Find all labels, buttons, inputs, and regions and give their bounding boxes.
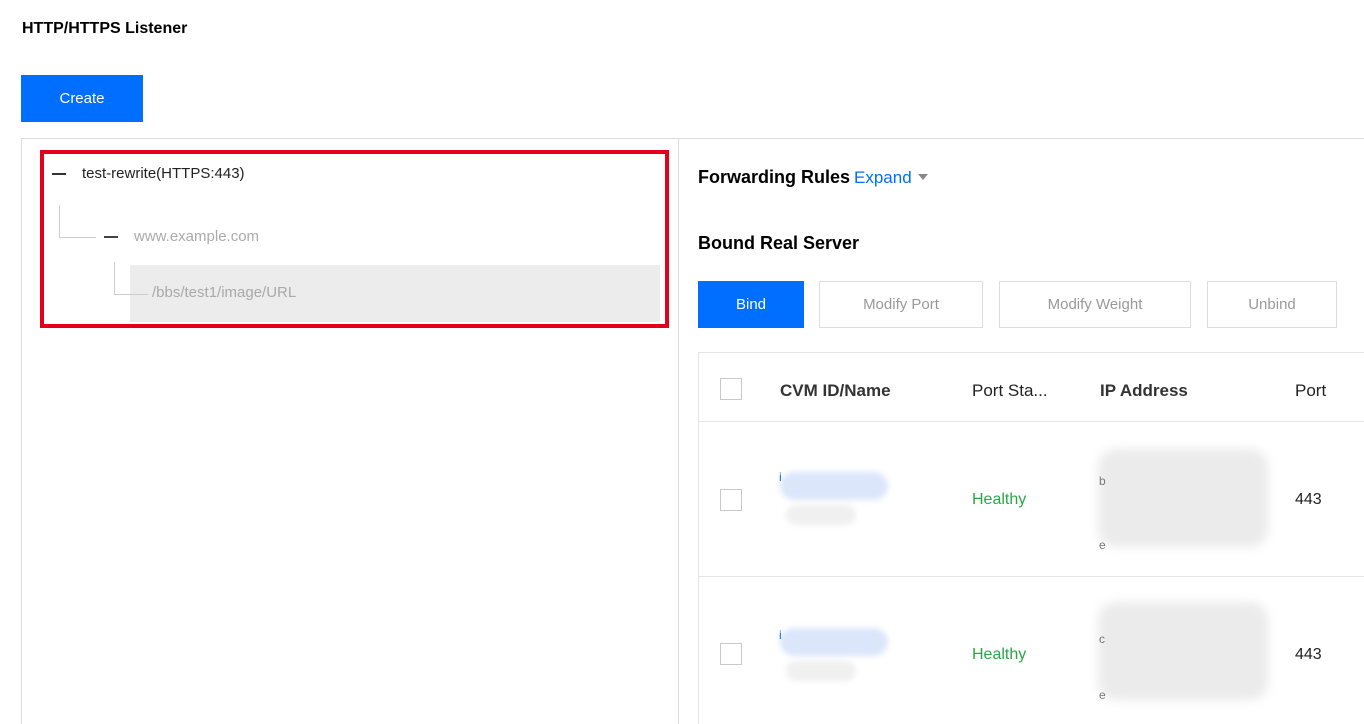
port-cell: 443: [1295, 491, 1322, 508]
modify-weight-button[interactable]: Modify Weight: [999, 281, 1191, 328]
ip-fragment: c: [1099, 632, 1105, 646]
forwarding-rules-title: Forwarding Rules: [698, 167, 851, 187]
port-status-cell: Healthy: [972, 646, 1027, 663]
ip-fragment: b: [1099, 474, 1106, 488]
cvm-id-fragment[interactable]: i: [779, 470, 782, 484]
expand-link[interactable]: Expand: [854, 168, 912, 188]
column-header-cvm[interactable]: CVM ID/Name: [780, 381, 891, 401]
caret-down-icon[interactable]: [917, 174, 928, 180]
forwarding-rules-header: Forwarding Rules Expand: [698, 167, 928, 188]
ip-fragment: e: [1099, 538, 1106, 552]
redacted-ip-address: [1098, 449, 1268, 547]
cvm-id-fragment[interactable]: i: [779, 628, 782, 642]
create-button[interactable]: Create: [21, 75, 143, 122]
redacted-cvm-name: [786, 661, 856, 681]
row-checkbox[interactable]: [720, 489, 742, 511]
bind-button[interactable]: Bind: [698, 281, 804, 328]
redacted-ip-address: [1098, 602, 1268, 700]
port-cell: 443: [1295, 646, 1322, 663]
table-header-divider: [698, 421, 1364, 422]
panel-divider: [678, 138, 679, 724]
unbind-button[interactable]: Unbind: [1207, 281, 1337, 328]
ip-fragment: e: [1099, 688, 1106, 702]
modify-port-button[interactable]: Modify Port: [819, 281, 983, 328]
row-checkbox[interactable]: [720, 643, 742, 665]
page-title: HTTP/HTTPS Listener: [22, 20, 188, 37]
port-status-cell: Healthy: [972, 491, 1027, 508]
column-header-ip[interactable]: IP Address: [1100, 381, 1188, 401]
column-header-port-status[interactable]: Port Sta...: [972, 381, 1048, 401]
redacted-cvm-name: [786, 505, 856, 525]
bound-real-server-title: Bound Real Server: [698, 233, 860, 253]
select-all-checkbox[interactable]: [720, 378, 742, 400]
redacted-cvm-id[interactable]: [780, 628, 888, 656]
highlight-annotation-box: [40, 150, 669, 328]
redacted-cvm-id[interactable]: [780, 472, 888, 500]
table-row-divider: [698, 576, 1364, 577]
column-header-port[interactable]: Port: [1295, 381, 1326, 401]
